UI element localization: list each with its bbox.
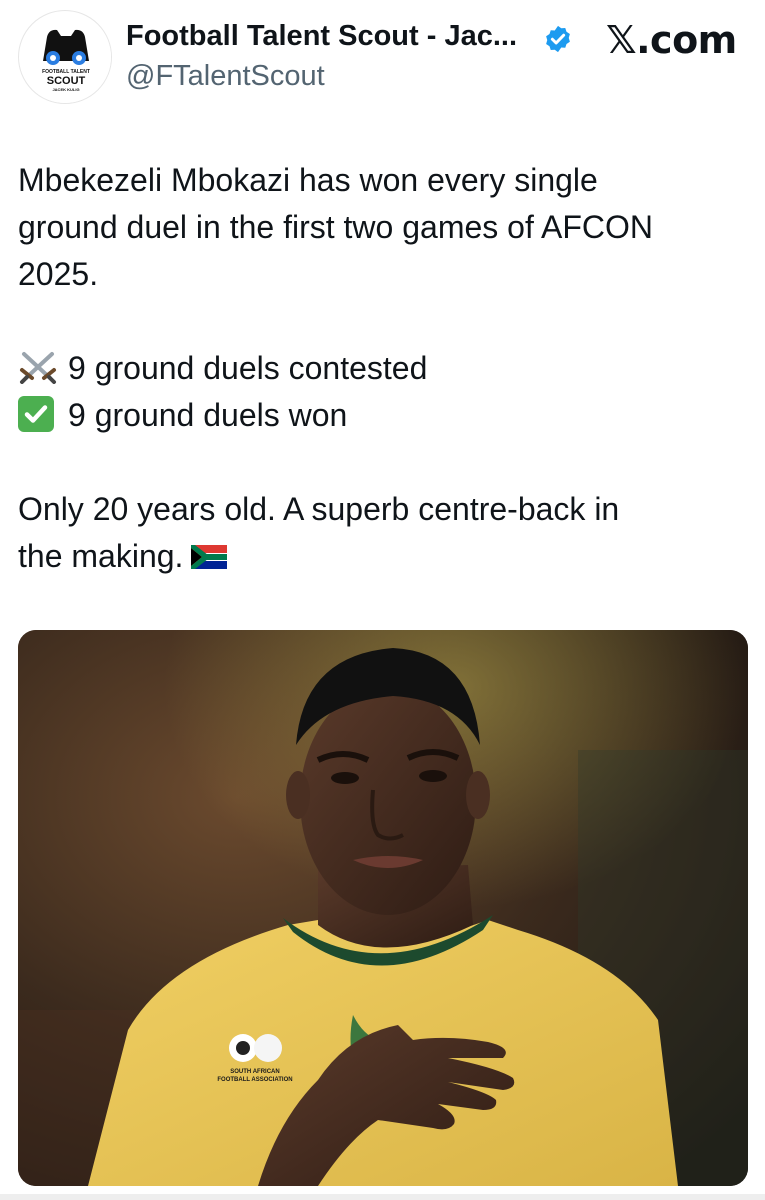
- source-label: 𝕏.com: [606, 18, 737, 62]
- south-africa-flag-icon: [191, 545, 228, 569]
- divider: [0, 1194, 765, 1200]
- tweet-text: Mbekezeli Mbokazi has won every single g…: [18, 157, 748, 580]
- stat-line-contested: 9 ground duels contested: [18, 345, 748, 392]
- avatar-text-bottom: JACEK KULIG: [52, 87, 79, 92]
- avatar-text-main: SCOUT: [47, 75, 86, 87]
- tweet-line-final-text: the making.: [18, 538, 184, 574]
- tweet-line: 2025.: [18, 256, 99, 292]
- tweet-header: FOOTBALL TALENT SCOUT JACEK KULIG Footba…: [0, 0, 765, 110]
- safa-badge-text-2: FOOTBALL ASSOCIATION: [217, 1077, 292, 1083]
- stat-won-text: 9 ground duels won: [68, 397, 348, 433]
- tweet-line: ground duel in the first two games of AF…: [18, 209, 653, 245]
- player-photo: SOUTH AFRICAN FOOTBALL ASSOCIATION: [18, 630, 748, 1186]
- verified-badge-icon: [546, 25, 570, 53]
- author-avatar[interactable]: FOOTBALL TALENT SCOUT JACEK KULIG: [18, 10, 112, 104]
- tweet-line: Mbekezeli Mbokazi has won every single: [18, 162, 598, 198]
- binoculars-logo-icon: FOOTBALL TALENT SCOUT JACEK KULIG: [20, 12, 111, 103]
- tweet-line: Only 20 years old. A superb centre-back …: [18, 491, 620, 527]
- stat-line-won: 9 ground duels won: [18, 392, 748, 439]
- author-handle[interactable]: @FTalentScout: [126, 60, 325, 93]
- stat-contested-text: 9 ground duels contested: [68, 350, 428, 386]
- safa-badge-text-1: SOUTH AFRICAN: [230, 1069, 279, 1075]
- check-mark-button-icon: [18, 396, 54, 432]
- crossed-swords-icon: [20, 352, 56, 384]
- tweet-media-photo[interactable]: SOUTH AFRICAN FOOTBALL ASSOCIATION: [18, 630, 748, 1186]
- tweet-line-final: the making.: [18, 533, 748, 580]
- author-name[interactable]: Football Talent Scout - Jac...: [126, 20, 517, 53]
